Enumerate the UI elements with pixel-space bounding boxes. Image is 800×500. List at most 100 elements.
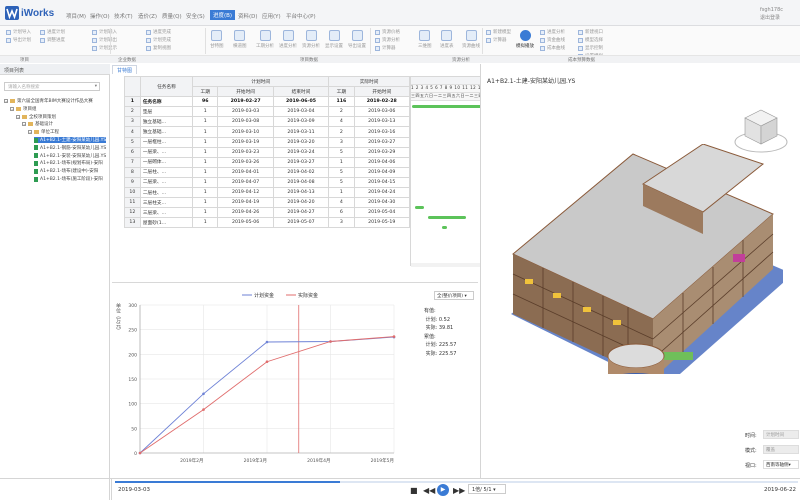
- ribbon-big-button[interactable]: 显示设置: [325, 30, 343, 49]
- ribbon-button[interactable]: 进度分析: [540, 29, 565, 35]
- collapse-icon[interactable]: −: [4, 99, 8, 103]
- menu-item[interactable]: 项目(M): [66, 12, 86, 20]
- ribbon-button[interactable]: 新建视口: [578, 29, 603, 35]
- col-name[interactable]: 任务名称: [139, 75, 194, 98]
- ribbon-button[interactable]: 计划完成: [146, 37, 171, 43]
- ribbon-big-button[interactable]: 进度表: [440, 30, 454, 49]
- table-row[interactable]: 9 二层梁、... 1 2019-04-07 2019-04-08 5 2019-04-15: [124, 176, 411, 189]
- ribbon-button[interactable]: 计划输入: [92, 29, 117, 35]
- ribbon-button[interactable]: 新建模型: [486, 29, 511, 35]
- col-end[interactable]: 结束时间: [272, 86, 330, 98]
- col-actual-duration[interactable]: 工期: [328, 86, 355, 98]
- ribbon-big-button[interactable]: 横道图: [233, 30, 247, 49]
- tree-node[interactable]: A1+B2.1-场布(施工阶段)-安阳: [34, 176, 103, 182]
- building-model[interactable]: [503, 144, 783, 374]
- ribbon-button[interactable]: 模型选择: [578, 37, 603, 43]
- user-area[interactable]: fsgh178c 退出登录: [760, 6, 783, 22]
- tree-node[interactable]: A1+B2.1-场布(建设中)-安阳: [34, 168, 98, 174]
- ribbon-big-button[interactable]: 资源分析: [302, 30, 320, 49]
- tree-node[interactable]: − 基础设计: [22, 121, 53, 127]
- ribbon-button[interactable]: 资金曲线: [540, 37, 565, 43]
- col-duration[interactable]: 工期: [192, 86, 219, 98]
- ribbon-button[interactable]: 资源价格: [375, 29, 400, 35]
- tree-node[interactable]: − 全校项目策划: [16, 114, 56, 120]
- tree-node[interactable]: A1+B2.1-土建-安阳某幼儿园.YS: [34, 137, 107, 143]
- table-row[interactable]: 2 垫层 1 2019-03-03 2019-03-04 2 2019-03-06: [124, 106, 411, 118]
- gantt-bar[interactable]: [427, 215, 466, 219]
- ribbon-button[interactable]: 成本曲线: [540, 45, 565, 51]
- menu-item[interactable]: 平台中心(P): [286, 12, 316, 20]
- ribbon-button[interactable]: 资源分析: [375, 37, 400, 43]
- table-row[interactable]: 13 屋面砂(1... 1 2019-05-06 2019-05-07 3 2019-05-…: [124, 217, 411, 229]
- simulate-play-button[interactable]: 模拟播放: [516, 30, 534, 49]
- collapse-icon[interactable]: −: [22, 122, 26, 127]
- table-row[interactable]: 6 一层梁、... 1 2019-03-23 2019-03-24 5 2019-03-29: [124, 146, 411, 158]
- menu-item[interactable]: 操作(O): [90, 12, 110, 20]
- col-actual-start[interactable]: 开始时间: [353, 86, 411, 98]
- play-icon[interactable]: ▶: [437, 484, 449, 496]
- tree-node[interactable]: − 单位工程: [28, 129, 59, 135]
- ribbon-button[interactable]: 导出计划: [6, 37, 31, 43]
- gantt-bar[interactable]: [441, 225, 447, 229]
- view-select[interactable]: 西南等轴侧▾: [763, 460, 799, 469]
- ribbon-big-button[interactable]: 甘特图: [210, 30, 224, 49]
- table-row[interactable]: 7 一层砌体... 1 2019-03-26 2019-03-27 1 2019-04-06: [124, 156, 411, 168]
- menu-item[interactable]: 应用(Y): [262, 12, 281, 20]
- mode-field[interactable]: 覆盖: [763, 445, 799, 454]
- collapse-icon[interactable]: −: [16, 114, 20, 119]
- tab-gantt[interactable]: 甘特图: [112, 65, 138, 74]
- ribbon-button[interactable]: 复制视图: [146, 45, 171, 51]
- ribbon-button[interactable]: 计算器: [375, 45, 396, 51]
- table-row[interactable]: 5 一层框柱... 1 2019-03-19 2019-03-20 3 2019-03-27: [124, 136, 411, 148]
- collapse-icon[interactable]: −: [10, 106, 14, 111]
- ribbon-big-button[interactable]: 三维图: [418, 30, 432, 49]
- cell-astart: 2019-04-15: [353, 176, 411, 189]
- ribbon-button[interactable]: 进度完成: [146, 29, 171, 35]
- table-row[interactable]: 8 二层柱、... 1 2019-04-01 2019-04-02 5 2019-04-09: [124, 166, 411, 178]
- table-row[interactable]: 3 独立基础... 1 2019-03-08 2019-03-09 4 2019-03-13: [124, 116, 411, 128]
- col-start[interactable]: 开始时间: [217, 86, 274, 98]
- data-point: [202, 392, 205, 396]
- ribbon-button[interactable]: 计算器: [486, 37, 507, 43]
- model-viewport[interactable]: A1+B2.1-土建-安阳某幼儿园.YS 时间: 计划时间 模式: 覆盖 视口:…: [480, 64, 800, 478]
- progress-track[interactable]: [115, 481, 798, 483]
- tree-node[interactable]: − 第六届全国青年BIM大赛设计作品大赛: [4, 98, 93, 104]
- fast-forward-icon[interactable]: ▶▶: [453, 486, 465, 495]
- menu-item[interactable]: 技术(T): [114, 12, 133, 20]
- tree-node[interactable]: A1+B2.1-场布(规划布局)-安阳: [34, 160, 103, 166]
- table-row[interactable]: 10 二层柱、... 1 2019-04-12 2019-04-13 1 2019-04-2…: [124, 187, 411, 199]
- table-row[interactable]: 4 独立基础... 1 2019-03-10 2019-03-11 2 2019-03-16: [124, 126, 411, 138]
- scope-dropdown[interactable]: 全(整价项目) ▾: [434, 291, 474, 300]
- search-input[interactable]: 请输入名称搜索 ▾: [4, 82, 100, 91]
- ribbon-button[interactable]: 计划输出: [92, 37, 117, 43]
- ribbon-big-button[interactable]: 进度分析: [279, 30, 297, 49]
- ribbon-big-button[interactable]: 资源曲线: [462, 30, 480, 49]
- table-row[interactable]: 1 任务名称 96 2019-02-27 2019-06-05 116 2019-02-28: [124, 96, 411, 108]
- dropdown-arrow-icon[interactable]: ▾: [95, 84, 97, 89]
- stop-icon[interactable]: ■: [410, 486, 418, 495]
- ribbon-big-button[interactable]: 导出设置: [348, 30, 366, 49]
- time-field[interactable]: 计划时间: [763, 430, 799, 439]
- collapse-icon[interactable]: −: [28, 130, 32, 135]
- menu-item[interactable]: 资料(D): [238, 12, 258, 20]
- ribbon-big-button[interactable]: 工期分析: [256, 30, 274, 49]
- tree-node[interactable]: A1+B2.1-钢筋-安阳某幼儿园.YS: [34, 145, 106, 151]
- ribbon-button[interactable]: 调整进度: [40, 37, 65, 43]
- ribbon-button[interactable]: 进度计划: [40, 29, 65, 35]
- ribbon-button[interactable]: 计划导入: [6, 29, 31, 35]
- speed-select[interactable]: 1倍/ 5/1 ▾: [468, 484, 506, 494]
- menu-item[interactable]: 造价(Z): [138, 12, 157, 20]
- ribbon-button[interactable]: 显示控制: [578, 45, 603, 51]
- table-row[interactable]: 12 三层梁、... 1 2019-04-26 2019-04-27 6 2019-05-0…: [124, 207, 411, 219]
- menu-item[interactable]: 质量(Q): [162, 12, 182, 20]
- tree-node[interactable]: A1+B2.1-安装-安阳某幼儿园.YS: [34, 153, 106, 159]
- ribbon-button[interactable]: 计划显示: [92, 45, 117, 51]
- y-tick-label: 150: [128, 377, 137, 383]
- tree-node[interactable]: − 项目组: [10, 106, 37, 112]
- rewind-icon[interactable]: ◀◀: [423, 486, 435, 495]
- table-row[interactable]: 11 三层柱支... 1 2019-04-19 2019-04-20 4 2019-04-3…: [124, 197, 411, 209]
- gantt-bar[interactable]: [415, 205, 425, 209]
- logout-link[interactable]: 退出登录: [760, 14, 783, 22]
- menu-item[interactable]: 进度(B): [210, 10, 236, 20]
- menu-item[interactable]: 安全(S): [186, 12, 205, 20]
